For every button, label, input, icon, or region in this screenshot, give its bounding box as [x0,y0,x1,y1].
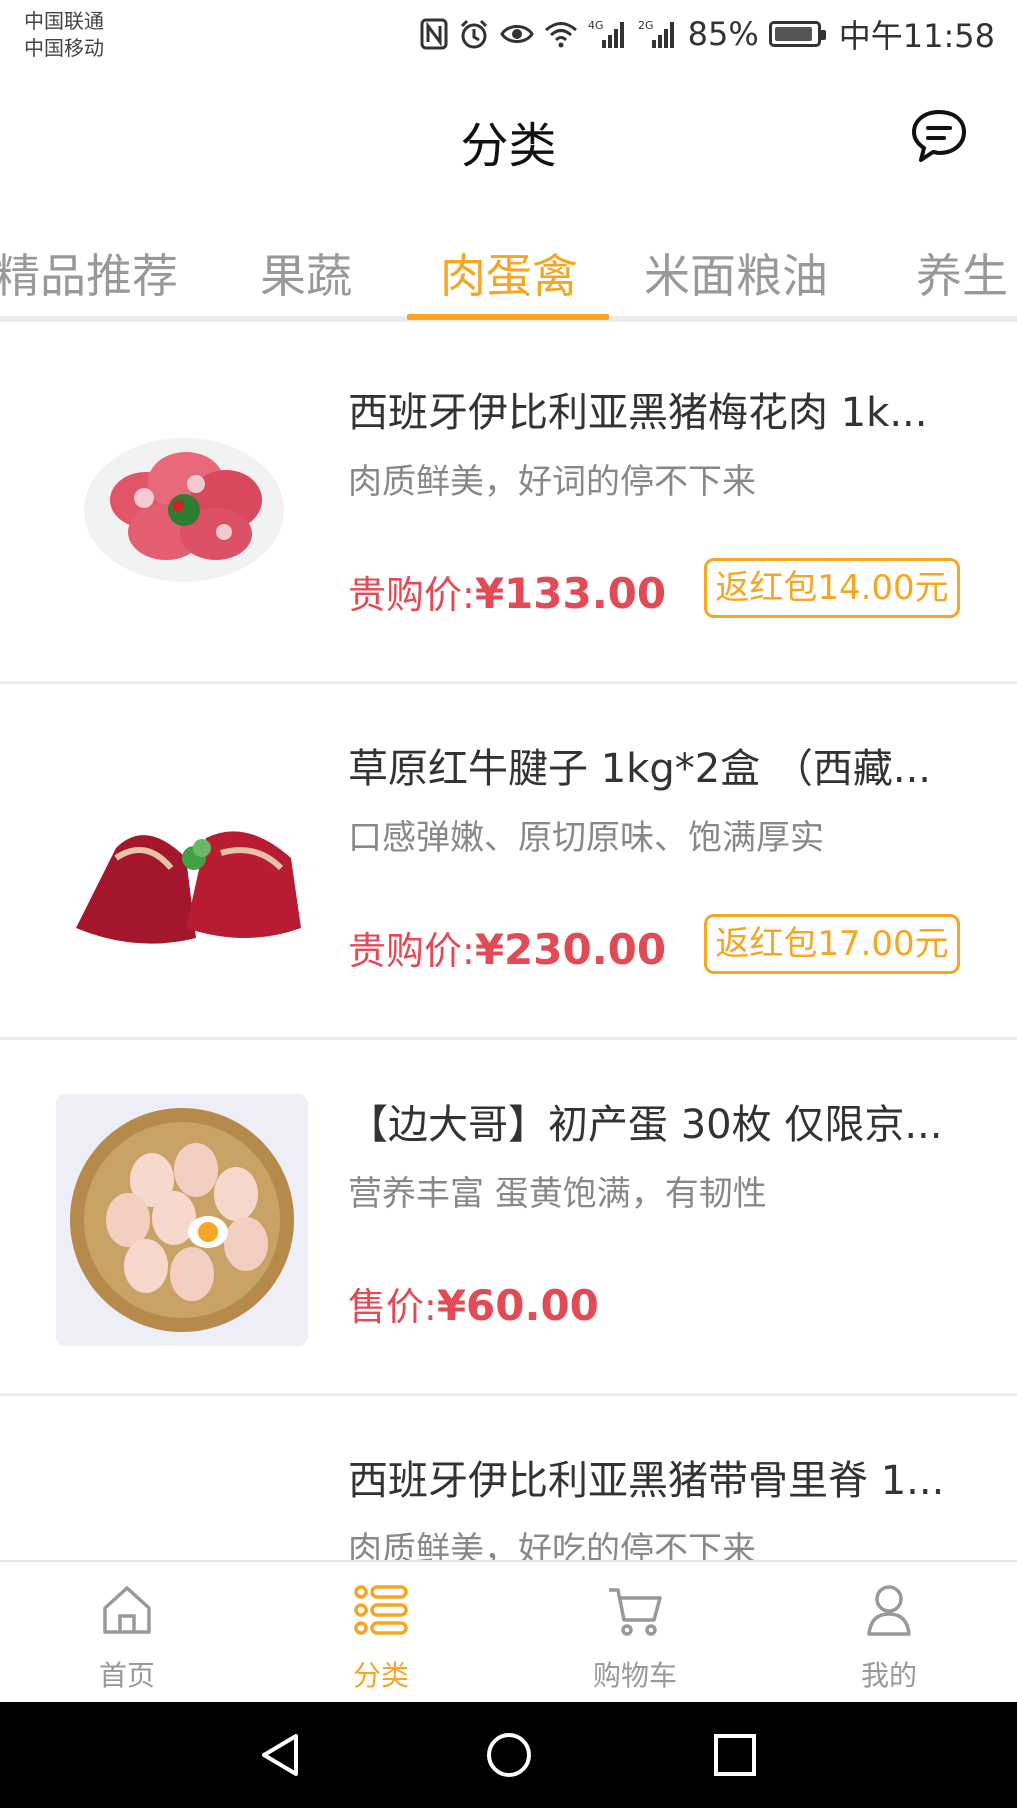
clock: 中午11:58 [838,17,995,55]
product-image-pork-loin[interactable] [56,1450,308,1560]
price: 贵购价:¥133.00 [348,564,666,619]
back-icon[interactable] [256,1730,306,1780]
category-list-icon [354,1585,408,1635]
eye-icon [499,21,534,47]
nav-cart-label: 购物车 [592,1659,677,1692]
cart-icon [609,1588,662,1636]
product-item[interactable]: 草原红牛腱子 1kg*2盒 （西藏... 口感弹嫩、原切原味、饱满厚实 贵购价:… [0,684,1017,1040]
nav-profile[interactable]: 我的 [762,1562,1016,1704]
nav-profile-label: 我的 [860,1659,917,1692]
bottom-nav: 首页 分类 购物车 我的 [0,1560,1017,1702]
tab-meat-egg-poultry[interactable]: 肉蛋禽 [440,240,578,306]
product-item[interactable]: 西班牙伊比利亚黑猪梅花肉 1k... 肉质鲜美，好词的停不下来 贵购价:¥133… [0,328,1017,684]
tab-grain-oil[interactable]: 米面粮油 [644,240,828,306]
price-label: 贵购价: [348,929,475,973]
price-label: 贵购价: [348,573,475,617]
status-icons: 4G 2G 85% 中午11:58 [420,14,995,55]
price-value: ¥230.00 [474,925,667,974]
product-list[interactable]: 西班牙伊比利亚黑猪梅花肉 1k... 肉质鲜美，好词的停不下来 贵购价:¥133… [0,328,1017,1560]
battery-percent: 85% [687,15,759,53]
product-image-eggs[interactable] [56,1094,308,1346]
rebate-badge: 返红包17.00元 [704,914,960,974]
product-title[interactable]: 【边大哥】初产蛋 30枚 仅限京... [348,1092,948,1150]
svg-text:4G: 4G [588,19,604,32]
carrier-2: 中国移动 [24,36,104,60]
battery-icon [768,21,826,47]
active-tab-indicator [407,314,609,320]
product-description: 肉质鲜美，好词的停不下来 [348,462,756,502]
chat-bubble-icon [912,110,966,162]
tab-fruit-veg[interactable]: 果蔬 [260,240,352,306]
carrier-info: 中国联通 中国移动 [24,8,104,62]
nfc-icon [420,18,448,50]
profile-icon [867,1585,911,1636]
status-bar: 中国联通 中国移动 4G 2G 85% 中午11:58 [0,0,1017,70]
product-title[interactable]: 西班牙伊比利亚黑猪带骨里脊 1... [348,1448,948,1506]
price-value: ¥133.00 [474,569,667,618]
recents-square-icon[interactable] [710,1730,760,1780]
tab-featured[interactable]: 精品推荐 [0,240,178,306]
page-title: 分类 [460,118,557,174]
nav-category[interactable]: 分类 [254,1562,508,1704]
system-nav-bar [0,1702,1017,1808]
app-header: 分类 [0,70,1017,210]
price: 贵购价:¥230.00 [348,920,666,975]
product-image-pork[interactable] [56,382,308,634]
alarm-icon [458,18,490,50]
nav-cart[interactable]: 购物车 [508,1562,762,1704]
product-item[interactable]: 【边大哥】初产蛋 30枚 仅限京... 营养丰富 蛋黄饱满，有韧性 售价:¥60… [0,1040,1017,1396]
svg-text:2G: 2G [638,19,654,32]
carrier-1: 中国联通 [24,9,104,33]
product-title[interactable]: 草原红牛腱子 1kg*2盒 （西藏... [348,736,948,794]
wifi-icon [544,20,578,48]
message-button[interactable] [909,106,969,166]
product-image-beef[interactable] [56,738,308,990]
product-description: 口感弹嫩、原切原味、饱满厚实 [348,818,824,858]
product-item[interactable]: 西班牙伊比利亚黑猪带骨里脊 1... 肉质鲜美，好吃的停不下来 [0,1396,1017,1560]
product-title[interactable]: 西班牙伊比利亚黑猪梅花肉 1k... [348,380,948,438]
category-tabs: 精品推荐 果蔬 肉蛋禽 米面粮油 养生 [0,210,1017,322]
home-icon [103,1586,151,1634]
price-value: ¥60.00 [436,1281,599,1330]
home-circle-icon[interactable] [484,1730,534,1780]
price: 售价:¥60.00 [348,1276,599,1331]
nav-home[interactable]: 首页 [0,1562,254,1704]
nav-category-label: 分类 [352,1659,409,1692]
rebate-badge: 返红包14.00元 [704,558,960,618]
tab-health[interactable]: 养生 [916,240,1008,306]
nav-home-label: 首页 [98,1659,155,1692]
signal-2g-icon: 2G [638,18,678,50]
product-description: 肉质鲜美，好吃的停不下来 [348,1530,756,1560]
price-label: 售价: [348,1285,437,1329]
signal-4g-icon: 4G [588,18,628,50]
product-description: 营养丰富 蛋黄饱满，有韧性 [348,1174,767,1214]
